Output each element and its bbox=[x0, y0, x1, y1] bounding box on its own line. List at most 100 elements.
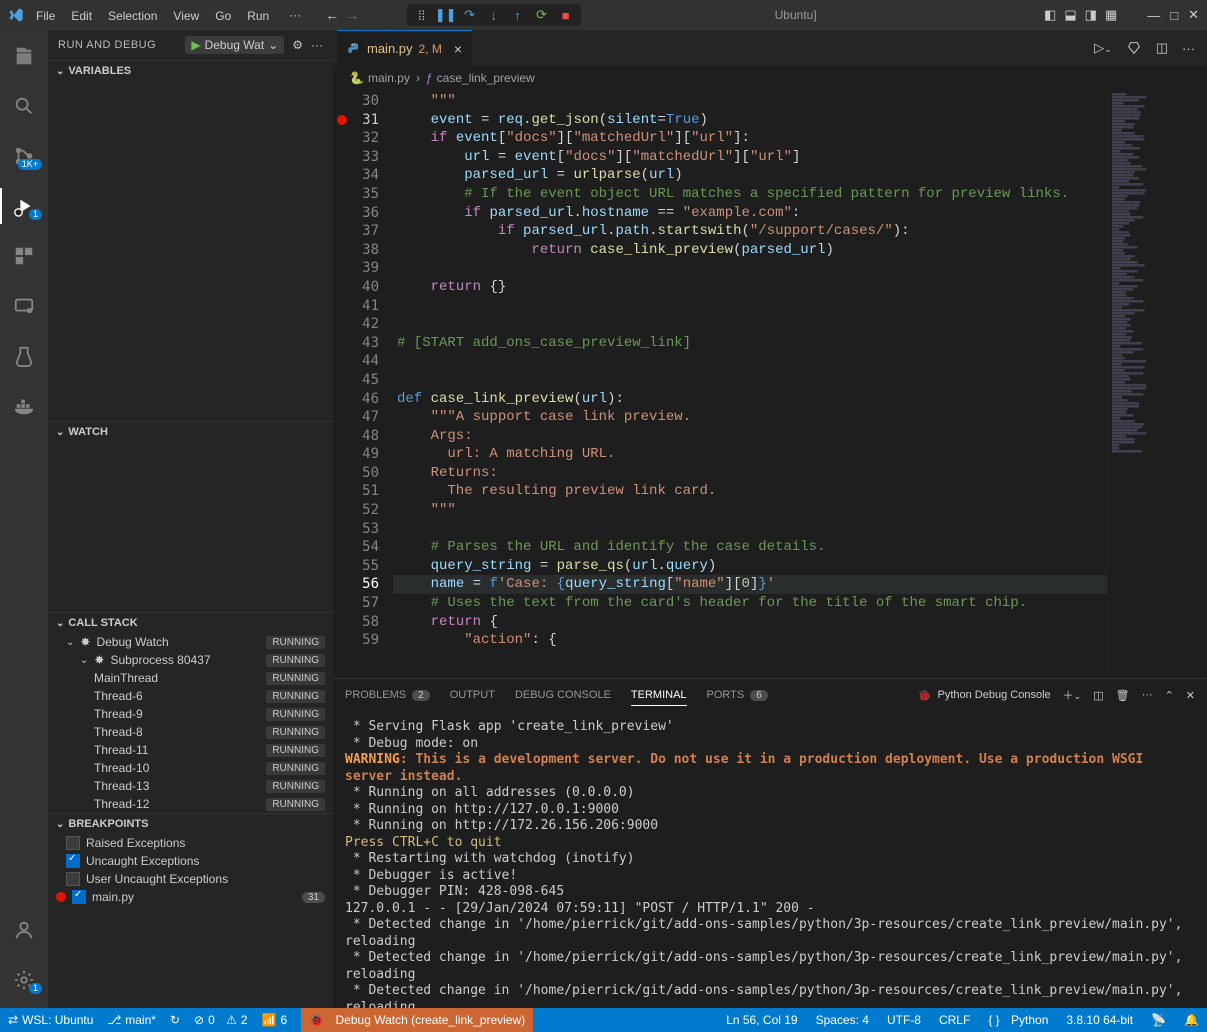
activity-testing-icon[interactable] bbox=[0, 338, 48, 374]
status-sync[interactable]: ↻ bbox=[170, 1013, 180, 1027]
checkbox-icon[interactable] bbox=[66, 836, 80, 850]
checkbox-icon[interactable] bbox=[66, 872, 80, 886]
activity-debug-icon[interactable]: 1 bbox=[0, 188, 48, 224]
close-icon[interactable]: × bbox=[454, 41, 462, 57]
callstack-row[interactable]: ⌄✸Subprocess 80437RUNNING bbox=[48, 651, 333, 669]
callstack-row[interactable]: Thread-8RUNNING bbox=[48, 723, 333, 741]
antenna-icon: 📶 bbox=[262, 1013, 277, 1027]
menu-edit[interactable]: Edit bbox=[63, 5, 100, 27]
status-radio-icon[interactable]: 📡 bbox=[1151, 1013, 1166, 1027]
callstack-row[interactable]: Thread-11RUNNING bbox=[48, 741, 333, 759]
debug-alt-icon[interactable] bbox=[1126, 40, 1142, 56]
editor-more-icon[interactable]: ··· bbox=[1182, 41, 1195, 56]
panel-tab-debug-console[interactable]: DEBUG CONSOLE bbox=[515, 685, 611, 705]
menu-view[interactable]: View bbox=[165, 5, 207, 27]
activity-extensions-icon[interactable] bbox=[0, 238, 48, 274]
callstack-row[interactable]: ⌄✸Debug WatchRUNNING bbox=[48, 633, 333, 651]
status-problems[interactable]: ⊘0 ⚠2 bbox=[194, 1013, 248, 1027]
status-eol[interactable]: CRLF bbox=[939, 1013, 970, 1027]
debug-pause-icon[interactable]: ❚❚ bbox=[437, 6, 455, 24]
callstack-row[interactable]: MainThreadRUNNING bbox=[48, 669, 333, 687]
breadcrumbs[interactable]: 🐍main.py › ƒcase_link_preview bbox=[333, 66, 1207, 90]
panel-maximize-icon[interactable]: ⌃ bbox=[1165, 689, 1174, 702]
nav-back-icon[interactable]: ← bbox=[325, 7, 339, 23]
status-remote[interactable]: ⇄WSL: Ubuntu bbox=[8, 1013, 93, 1027]
debug-settings-icon[interactable]: ⚙ bbox=[292, 38, 303, 52]
debug-config-selector[interactable]: ▶ Debug Wat ⌄ bbox=[185, 36, 284, 54]
panel-tab-ports[interactable]: PORTS6 bbox=[707, 685, 768, 705]
debug-step-over-icon[interactable]: ↷ bbox=[461, 6, 479, 24]
menu-selection[interactable]: Selection bbox=[100, 5, 165, 27]
run-play-icon[interactable]: ▷⌄ bbox=[1094, 40, 1112, 56]
terminal-trash-icon[interactable]: 🗑 bbox=[1116, 689, 1130, 702]
menu-more[interactable]: ··· bbox=[281, 4, 309, 26]
debug-drag-icon[interactable]: ⁞⁞ bbox=[413, 6, 431, 24]
terminal-new-icon[interactable]: ＋⌄ bbox=[1063, 687, 1082, 703]
status-ports[interactable]: 📶6 bbox=[262, 1013, 288, 1027]
terminal[interactable]: * Serving Flask app 'create_link_preview… bbox=[333, 711, 1207, 1008]
checkbox-icon[interactable] bbox=[66, 854, 80, 868]
callstack-row[interactable]: Thread-6RUNNING bbox=[48, 687, 333, 705]
callstack-row[interactable]: Thread-9RUNNING bbox=[48, 705, 333, 723]
debug-restart-icon[interactable]: ⟳ bbox=[533, 6, 551, 24]
debug-stop-icon[interactable]: ■ bbox=[557, 6, 575, 24]
status-lang[interactable]: { } Python bbox=[988, 1013, 1048, 1027]
debug-step-into-icon[interactable]: ↓ bbox=[485, 6, 503, 24]
layout-right-icon[interactable]: ◨ bbox=[1085, 7, 1097, 23]
menu-file[interactable]: File bbox=[28, 5, 63, 27]
split-editor-icon[interactable]: ◫ bbox=[1156, 40, 1168, 56]
layout-left-icon[interactable]: ◧ bbox=[1044, 7, 1056, 23]
menu-go[interactable]: Go bbox=[207, 5, 239, 27]
window-minimize-icon[interactable]: ― bbox=[1147, 8, 1160, 23]
activity-docker-icon[interactable] bbox=[0, 388, 48, 424]
activity-scm-icon[interactable]: 1K+ bbox=[0, 138, 48, 174]
debug-badge: 1 bbox=[29, 209, 42, 220]
callstack-section-header[interactable]: ⌄CALL STACK bbox=[48, 613, 333, 633]
variables-section-header[interactable]: ⌄VARIABLES bbox=[48, 61, 333, 81]
code-editor[interactable]: 3031323334353637383940414243444546474849… bbox=[333, 90, 1207, 678]
status-badge: RUNNING bbox=[266, 636, 325, 649]
nav-forward-icon[interactable]: → bbox=[345, 7, 359, 23]
activity-remote-icon[interactable] bbox=[0, 288, 48, 324]
status-spaces[interactable]: Spaces: 4 bbox=[816, 1013, 869, 1027]
checkbox-icon[interactable] bbox=[72, 890, 86, 904]
bp-file[interactable]: main.py31 bbox=[48, 888, 333, 906]
callstack-row[interactable]: Thread-12RUNNING bbox=[48, 795, 333, 813]
panel-close-icon[interactable]: ✕ bbox=[1186, 689, 1195, 702]
status-bell-icon[interactable]: 🔔 bbox=[1184, 1013, 1199, 1027]
terminal-profile[interactable]: 🐞Python Debug Console bbox=[918, 689, 1051, 702]
status-branch[interactable]: ⎇main* bbox=[107, 1013, 156, 1027]
breakpoints-section-header[interactable]: ⌄BREAKPOINTS bbox=[48, 814, 333, 834]
bp-count-badge: 31 bbox=[302, 892, 325, 903]
panel-tab-problems[interactable]: PROBLEMS2 bbox=[345, 685, 430, 705]
bp-user-uncaught[interactable]: User Uncaught Exceptions bbox=[48, 870, 333, 888]
callstack-row[interactable]: Thread-13RUNNING bbox=[48, 777, 333, 795]
window-close-icon[interactable]: ✕ bbox=[1188, 7, 1199, 23]
callstack-row[interactable]: Thread-10RUNNING bbox=[48, 759, 333, 777]
bp-uncaught[interactable]: Uncaught Exceptions bbox=[48, 852, 333, 870]
bp-raised[interactable]: Raised Exceptions bbox=[48, 834, 333, 852]
menu-run[interactable]: Run bbox=[239, 5, 277, 27]
terminal-more-icon[interactable]: ··· bbox=[1142, 689, 1153, 701]
panel-tab-output[interactable]: OUTPUT bbox=[450, 685, 495, 705]
activity-explorer-icon[interactable] bbox=[0, 38, 48, 74]
window-maximize-icon[interactable]: □ bbox=[1170, 8, 1178, 23]
watch-section-header[interactable]: ⌄WATCH bbox=[48, 422, 333, 442]
activity-settings-icon[interactable]: 1 bbox=[0, 962, 48, 998]
status-encoding[interactable]: UTF-8 bbox=[887, 1013, 921, 1027]
status-debug-state[interactable]: 🐞 Debug Watch (create_link_preview) bbox=[301, 1008, 533, 1032]
panel-tab-terminal[interactable]: TERMINAL bbox=[631, 685, 687, 706]
minimap[interactable]: ██████████ ████████████████████████ ████… bbox=[1107, 90, 1207, 678]
status-cursor[interactable]: Ln 56, Col 19 bbox=[726, 1013, 797, 1027]
layout-grid-icon[interactable]: ▦ bbox=[1105, 7, 1117, 23]
activity-search-icon[interactable] bbox=[0, 88, 48, 124]
callstack-label: MainThread bbox=[94, 671, 158, 685]
debug-step-out-icon[interactable]: ↑ bbox=[509, 6, 527, 24]
terminal-split-icon[interactable]: ◫ bbox=[1093, 689, 1103, 702]
tab-main-py[interactable]: main.py 2, M × bbox=[337, 30, 472, 66]
process-icon: ✸ bbox=[94, 653, 104, 667]
debug-more-icon[interactable]: ··· bbox=[311, 38, 323, 52]
status-interpreter[interactable]: 3.8.10 64-bit bbox=[1066, 1013, 1133, 1027]
activity-accounts-icon[interactable] bbox=[0, 912, 48, 948]
layout-bottom-icon[interactable]: ⬓ bbox=[1064, 7, 1076, 23]
